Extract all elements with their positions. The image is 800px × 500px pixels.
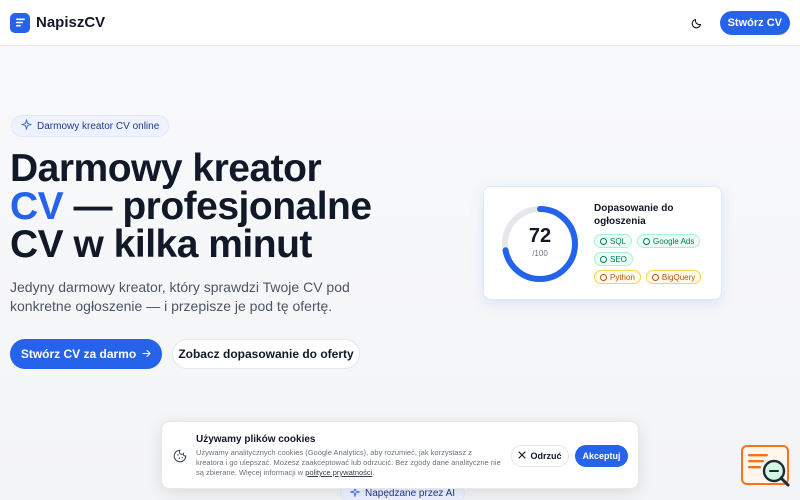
reject-label: Odrzuć	[530, 451, 562, 461]
hero-badge-text: Darmowy kreator CV online	[37, 120, 160, 132]
hero-title-line2: — profesjonalne	[63, 185, 373, 228]
accept-cookies-button[interactable]: Akceptuj	[575, 445, 628, 467]
match-score-card: 72 /100 Dopasowanie do ogłoszenia SQL Go…	[483, 186, 722, 300]
hero-subtitle: Jedyny darmowy kreator, który sprawdzi T…	[10, 279, 350, 314]
sparkle-icon	[21, 119, 32, 133]
create-cv-button[interactable]: Stwórz CV za darmo	[10, 339, 162, 369]
matched-tag: SEO	[594, 252, 633, 266]
score-max: /100	[532, 249, 548, 258]
missing-tag: BigQuery	[645, 270, 702, 284]
hero-title-accent: CV	[10, 185, 64, 228]
cookie-text: Używamy analitycznych cookies (Google An…	[196, 448, 501, 477]
reject-cookies-button[interactable]: Odrzuć	[511, 445, 569, 467]
skill-tags: SQL Google Ads SEO Python BigQuery	[594, 234, 718, 288]
cookie-banner: Używamy plików cookies Używamy analitycz…	[161, 421, 639, 489]
brand-name: NapiszCV	[36, 14, 106, 31]
create-cv-label: Stwórz CV za darmo	[20, 347, 137, 361]
cv-search-icon[interactable]	[740, 444, 792, 490]
create-cv-header-button[interactable]: Stwórz CV	[719, 10, 790, 35]
cookie-icon	[173, 449, 187, 463]
match-card-title: Dopasowanie do ogłoszenia	[594, 203, 674, 227]
ai-badge-text: Napędzane przez AI	[365, 487, 456, 499]
tag-row: Python BigQuery	[594, 270, 718, 284]
header-actions: Stwórz CV	[686, 10, 790, 35]
site-header: NapiszCV Stwórz CV	[0, 0, 800, 46]
hero-title: Darmowy kreator CV — profesjonalne CV w …	[10, 147, 430, 266]
document-lines-icon	[10, 12, 30, 33]
privacy-policy-link[interactable]: polityce prywatności	[305, 468, 372, 477]
score-value: 72	[528, 225, 552, 247]
cookie-title: Używamy plików cookies	[196, 434, 316, 445]
tag-row: SEO	[594, 252, 718, 266]
check-circle-icon	[643, 237, 651, 245]
alert-circle-icon	[651, 273, 659, 281]
matched-tag: Google Ads	[637, 234, 701, 248]
brand[interactable]: NapiszCV	[10, 12, 106, 33]
arrow-right-icon	[142, 347, 151, 361]
tag-row: SQL Google Ads	[594, 234, 718, 248]
hero-badge: Darmowy kreator CV online	[11, 115, 170, 137]
check-circle-icon	[600, 237, 607, 245]
hero-title-line3: CV w kilka minut	[10, 223, 312, 266]
see-match-button[interactable]: Zobacz dopasowanie do oferty	[172, 339, 360, 369]
close-icon	[518, 451, 527, 461]
moon-icon[interactable]	[686, 12, 708, 34]
matched-tag: SQL	[594, 234, 633, 248]
hero-title-line1: Darmowy kreator	[10, 147, 322, 190]
check-circle-icon	[600, 255, 607, 263]
alert-circle-icon	[600, 273, 607, 281]
missing-tag: Python	[594, 270, 641, 284]
